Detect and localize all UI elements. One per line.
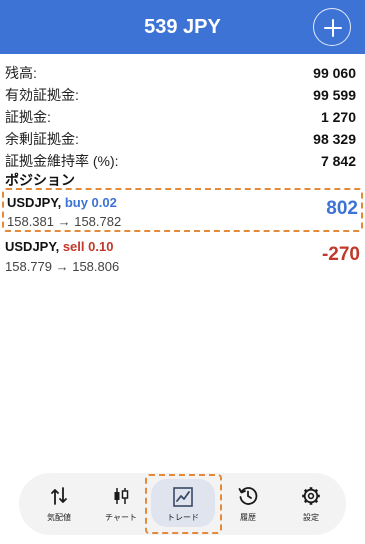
position-symbol: USDJPY,: [5, 239, 60, 254]
plus-icon: [324, 19, 342, 37]
nav-label-chart: チャート: [105, 513, 137, 522]
account-profit-title: 539 JPY: [144, 16, 221, 38]
history-icon: [238, 487, 258, 505]
nav-item-settings[interactable]: 設定: [281, 473, 341, 535]
trade-tab-highlight-frame: [145, 474, 222, 534]
summary-label: 証拠金:: [5, 109, 51, 125]
position-row-sell[interactable]: USDJPY, sell 0.10 158.779 → 158.806 -270: [2, 234, 363, 278]
summary-value: 1 270: [320, 109, 356, 125]
position-symbol: USDJPY,: [7, 195, 62, 210]
settings-icon: [302, 487, 320, 505]
position-row-buy[interactable]: USDJPY, buy 0.02 158.381 → 158.782 802: [2, 188, 363, 232]
nav-item-chart[interactable]: チャート: [91, 473, 151, 535]
quotes-icon: [51, 487, 67, 505]
chart-icon: [114, 488, 129, 504]
position-prices: 158.381 → 158.782: [7, 214, 122, 229]
position-prices: 158.779 → 158.806: [5, 259, 120, 274]
nav-item-history[interactable]: 履歴: [218, 473, 278, 535]
summary-row-equity: 有効証拠金: 99 599: [5, 84, 356, 106]
summary-label: 証拠金維持率 (%):: [5, 153, 119, 169]
nav-label-history: 履歴: [240, 513, 256, 522]
position-profit: 802: [326, 198, 358, 219]
summary-value: 7 842: [320, 153, 356, 169]
nav-label-quotes: 気配値: [47, 513, 71, 522]
add-order-button[interactable]: [313, 8, 351, 46]
nav-label-settings: 設定: [303, 513, 319, 522]
summary-label: 余剰証拠金:: [5, 131, 79, 147]
position-profit: -270: [321, 244, 360, 265]
account-summary: 残高: 99 060 有効証拠金: 99 599 証拠金: 1 270 余剰証拠…: [5, 62, 356, 172]
summary-value: 99 599: [313, 87, 356, 103]
summary-value: 98 329: [313, 131, 356, 147]
summary-label: 有効証拠金:: [5, 87, 79, 103]
positions-section-title: ポジション: [5, 172, 75, 188]
summary-row-free-margin: 余剰証拠金: 98 329: [5, 128, 356, 150]
summary-row-margin: 証拠金: 1 270: [5, 106, 356, 128]
summary-label: 残高:: [5, 65, 37, 81]
top-bar: 539 JPY: [0, 0, 365, 54]
position-side: sell 0.10: [62, 239, 114, 254]
position-header: USDJPY, buy 0.02: [7, 195, 117, 210]
position-side: buy 0.02: [64, 195, 117, 210]
nav-item-quotes[interactable]: 気配値: [29, 473, 89, 535]
summary-value: 99 060: [313, 65, 356, 81]
summary-row-margin-level: 証拠金維持率 (%): 7 842: [5, 150, 356, 172]
summary-row-balance: 残高: 99 060: [5, 62, 356, 84]
position-header: USDJPY, sell 0.10: [5, 239, 113, 254]
